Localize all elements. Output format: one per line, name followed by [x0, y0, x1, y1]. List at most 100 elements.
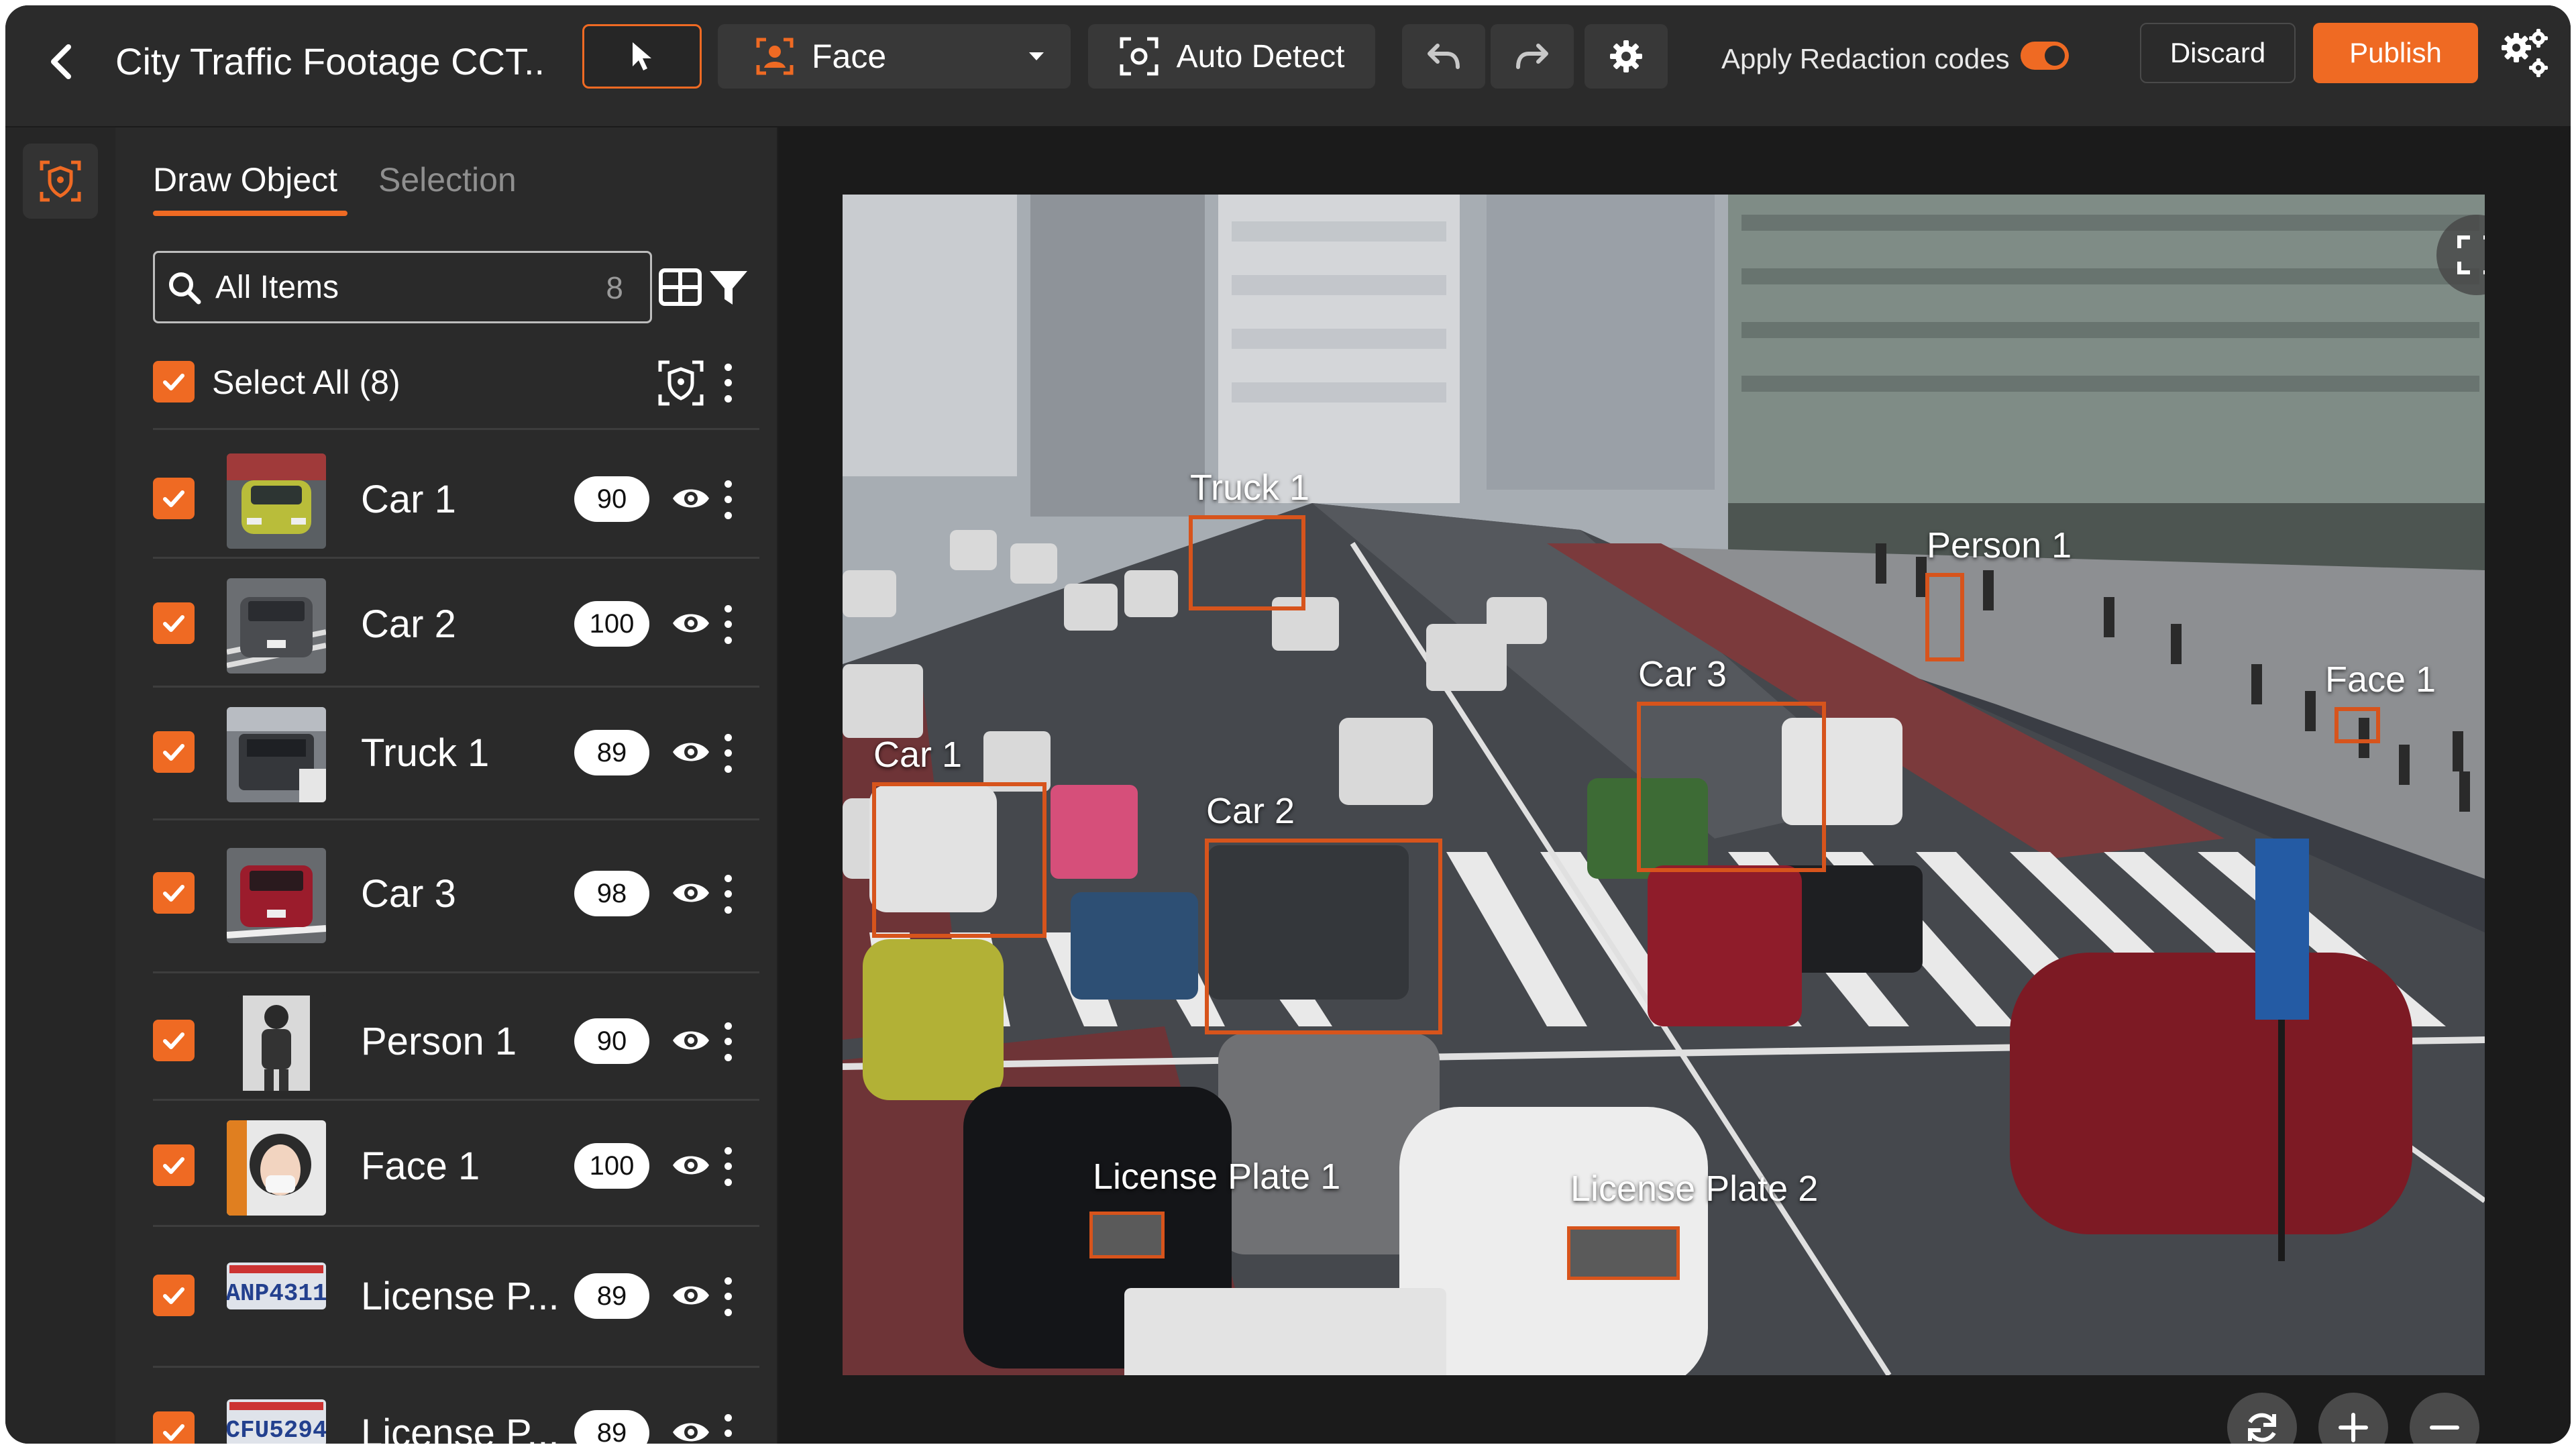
select-all-more-menu[interactable] — [718, 360, 738, 407]
search-value: All Items — [215, 270, 339, 305]
shield-face-icon — [40, 160, 81, 202]
bbox-label: License Plate 2 — [1570, 1169, 1819, 1209]
bbox-car-3[interactable]: Car 3 — [1637, 654, 1826, 872]
item-more-menu[interactable] — [718, 1273, 738, 1320]
redaction-type-dropdown[interactable]: Face — [718, 24, 1071, 89]
item-checkbox[interactable] — [153, 1275, 195, 1316]
apply-redaction-toggle[interactable] — [2021, 42, 2069, 70]
bbox-car-1[interactable]: Car 1 — [872, 735, 1046, 938]
list-item-person-1[interactable]: Person 1 90 — [153, 977, 759, 1104]
gears-icon — [2502, 29, 2548, 77]
list-item-license-plate-1[interactable]: ANP4311 License P... 89 — [153, 1232, 759, 1359]
check-icon — [163, 615, 184, 632]
item-more-menu[interactable] — [718, 1143, 738, 1190]
item-checkbox[interactable] — [153, 731, 195, 773]
settings-button[interactable] — [1585, 24, 1668, 89]
list-item-license-plate-2[interactable]: CFU5294 License P... 89 — [153, 1368, 759, 1444]
tab-draw-object[interactable]: Draw Object — [153, 153, 337, 207]
confidence-badge: 90 — [574, 1018, 649, 1064]
item-more-menu[interactable] — [718, 730, 738, 777]
bbox-label: Car 3 — [1638, 654, 1727, 694]
eye-icon[interactable] — [671, 735, 711, 769]
item-name: Face 1 — [361, 1144, 480, 1188]
item-thumbnail — [227, 578, 326, 674]
item-checkbox[interactable] — [153, 1144, 195, 1186]
publish-button[interactable]: Publish — [2313, 23, 2478, 83]
item-more-menu[interactable] — [718, 871, 738, 918]
eye-icon[interactable] — [671, 1415, 711, 1444]
list-item-car-2[interactable]: Car 2 100 — [153, 559, 759, 687]
list-item-face-1[interactable]: Face 1 100 — [153, 1102, 759, 1229]
confidence-badge: 89 — [574, 1410, 649, 1444]
bbox-license-plate-2[interactable]: License Plate 2 — [1567, 1169, 1818, 1280]
search-input[interactable]: All Items 8 — [153, 251, 652, 323]
item-more-menu[interactable] — [718, 1018, 738, 1065]
bbox-car-2[interactable]: Car 2 — [1205, 791, 1442, 1034]
search-count: 8 — [606, 270, 623, 305]
eye-icon[interactable] — [671, 482, 711, 515]
undo-icon — [1428, 44, 1460, 69]
bbox-label: Face 1 — [2325, 659, 2436, 700]
pointer-tool-button[interactable] — [582, 24, 702, 89]
item-name: Car 1 — [361, 478, 456, 521]
tab-selection[interactable]: Selection — [378, 153, 517, 207]
list-item-car-1[interactable]: Car 1 90 — [153, 435, 759, 562]
grid-view-icon[interactable] — [657, 264, 703, 310]
redaction-shield-button[interactable] — [23, 144, 98, 219]
discard-button[interactable]: Discard — [2140, 23, 2296, 83]
bbox-person-1[interactable]: Person 1 — [1925, 525, 2072, 661]
editor-canvas[interactable]: Truck 1 Person 1 Car 3 Face 1 Car 1 Car … — [778, 127, 2571, 1444]
item-thumbnail: ANP4311 — [227, 1263, 326, 1309]
redact-all-shield-icon[interactable] — [657, 360, 704, 407]
eye-icon[interactable] — [671, 606, 711, 640]
item-name: Truck 1 — [361, 731, 490, 775]
confidence-badge: 98 — [574, 871, 649, 916]
redo-button[interactable] — [1491, 24, 1574, 89]
check-icon — [163, 490, 184, 507]
active-tab-indicator — [153, 211, 347, 216]
item-name: Car 2 — [361, 602, 456, 646]
list-divider — [153, 818, 759, 820]
list-divider — [153, 971, 759, 973]
item-checkbox[interactable] — [153, 1020, 195, 1061]
eye-icon[interactable] — [671, 1279, 711, 1312]
item-checkbox[interactable] — [153, 1411, 195, 1444]
item-more-menu[interactable] — [718, 601, 738, 648]
svg-text:CFU5294: CFU5294 — [227, 1417, 326, 1444]
refresh-icon — [2248, 1413, 2276, 1442]
item-more-menu[interactable] — [718, 476, 738, 523]
zoom-in-button[interactable] — [2318, 1393, 2388, 1444]
cursor-pointer-icon — [633, 42, 651, 70]
eye-icon[interactable] — [671, 1148, 711, 1182]
select-all-checkbox[interactable] — [153, 361, 195, 402]
auto-detect-button[interactable]: Auto Detect — [1088, 24, 1375, 89]
check-icon — [163, 1424, 184, 1441]
back-button[interactable] — [32, 34, 89, 90]
undo-button[interactable] — [1402, 24, 1485, 89]
reset-view-button[interactable] — [2227, 1393, 2297, 1444]
filter-icon[interactable] — [707, 266, 750, 309]
list-item-car-3[interactable]: Car 3 98 — [153, 829, 759, 957]
project-title: City Traffic Footage CCT.. — [115, 40, 545, 83]
item-name: License P... — [361, 1411, 559, 1444]
advanced-settings-button[interactable] — [2496, 23, 2556, 83]
eye-icon[interactable] — [671, 876, 711, 910]
item-checkbox[interactable] — [153, 478, 195, 519]
item-checkbox[interactable] — [153, 602, 195, 644]
eye-icon[interactable] — [671, 1024, 711, 1057]
bbox-face-1[interactable]: Face 1 — [2325, 659, 2436, 743]
item-more-menu[interactable] — [718, 1410, 738, 1444]
item-thumbnail — [227, 848, 326, 943]
bbox-license-plate-1[interactable]: License Plate 1 — [1089, 1157, 1340, 1258]
confidence-badge: 100 — [574, 601, 649, 647]
fullscreen-icon — [2457, 235, 2485, 274]
item-thumbnail — [227, 707, 326, 802]
item-name: License P... — [361, 1275, 559, 1318]
item-checkbox[interactable] — [153, 872, 195, 914]
item-thumbnail — [227, 453, 326, 549]
list-item-truck-1[interactable]: Truck 1 89 — [153, 688, 759, 816]
check-icon — [163, 1032, 184, 1049]
video-frame[interactable]: Truck 1 Person 1 Car 3 Face 1 Car 1 Car … — [843, 195, 2485, 1375]
bbox-truck-1[interactable]: Truck 1 — [1189, 468, 1309, 610]
zoom-out-button[interactable] — [2410, 1393, 2479, 1444]
